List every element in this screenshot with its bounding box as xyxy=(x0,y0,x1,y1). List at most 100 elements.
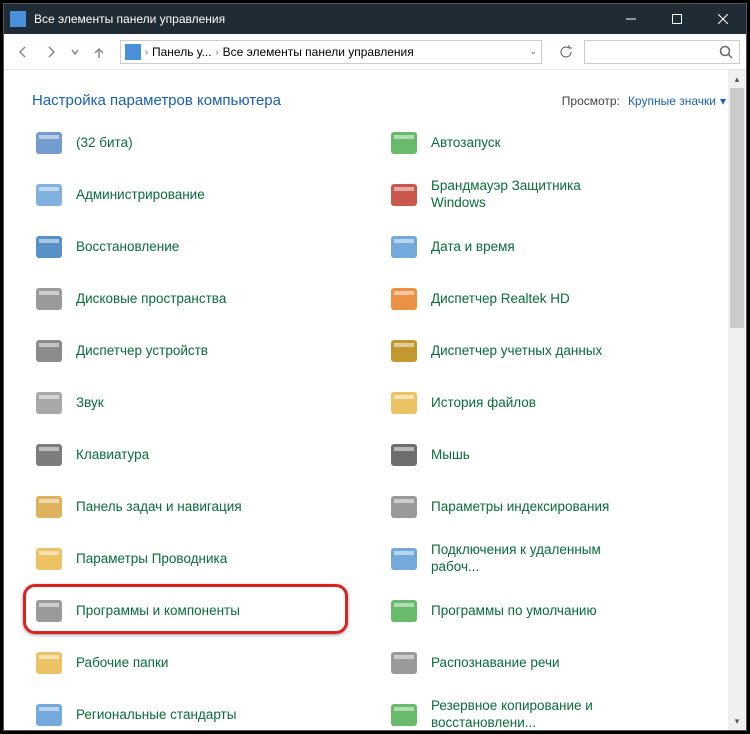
close-button[interactable] xyxy=(700,4,746,34)
item-label: Дисковые пространства xyxy=(76,291,226,308)
item-icon xyxy=(387,126,421,160)
item-label: Администрирование xyxy=(76,187,205,204)
control-panel-item[interactable]: Программы и компоненты xyxy=(32,591,377,631)
chevron-right-icon: › xyxy=(145,47,148,57)
item-icon xyxy=(32,542,66,576)
scroll-track[interactable] xyxy=(728,88,746,712)
item-label: Программы и компоненты xyxy=(76,603,240,620)
search-input[interactable] xyxy=(584,40,740,64)
forward-button[interactable] xyxy=(38,39,64,65)
item-icon xyxy=(387,334,421,368)
item-icon xyxy=(32,490,66,524)
item-icon xyxy=(32,334,66,368)
item-icon xyxy=(387,230,421,264)
control-panel-item[interactable]: Дисковые пространства xyxy=(32,279,377,319)
control-panel-icon xyxy=(10,11,26,27)
item-icon xyxy=(32,178,66,212)
refresh-button[interactable] xyxy=(550,40,582,64)
control-panel-item[interactable]: Региональные стандарты xyxy=(32,695,377,730)
item-label: Автозапуск xyxy=(431,135,501,152)
item-label: Подключения к удаленным рабоч... xyxy=(431,542,611,576)
control-panel-item[interactable]: Диспетчер учетных данных xyxy=(387,331,732,371)
maximize-button[interactable] xyxy=(654,4,700,34)
scroll-thumb[interactable] xyxy=(730,88,744,328)
window: Все элементы панели управления › Панель … xyxy=(3,3,747,731)
toolbar: › Панель у...› Все элементы панели управ… xyxy=(4,34,746,70)
item-label: Региональные стандарты xyxy=(76,707,236,724)
control-panel-item[interactable]: Панель задач и навигация xyxy=(32,487,377,527)
item-label: Мышь xyxy=(431,447,470,464)
item-label: Дата и время xyxy=(431,239,515,256)
chevron-down-icon[interactable]: ⌄ xyxy=(529,46,537,57)
breadcrumb-2[interactable]: Все элементы панели управления xyxy=(223,45,414,59)
item-icon xyxy=(32,594,66,628)
content-header: Настройка параметров компьютера Просмотр… xyxy=(4,70,746,123)
items-grid: (32 бита) Автозапуск Администрирование Бран… xyxy=(4,123,746,730)
control-panel-item[interactable]: Распознавание речи xyxy=(387,643,732,683)
item-label: Распознавание речи xyxy=(431,655,560,672)
item-icon xyxy=(387,490,421,524)
item-label: Параметры индексирования xyxy=(431,499,609,516)
item-label: Диспетчер Realtek HD xyxy=(431,291,570,308)
chevron-down-icon: ▾ xyxy=(720,94,726,108)
control-panel-item[interactable]: История файлов xyxy=(387,383,732,423)
item-label: Программы по умолчанию xyxy=(431,603,597,620)
item-label: Звук xyxy=(76,395,104,412)
minimize-button[interactable] xyxy=(608,4,654,34)
window-controls xyxy=(608,4,746,34)
scroll-down-button[interactable]: ▾ xyxy=(728,712,746,730)
control-panel-item[interactable]: Администрирование xyxy=(32,175,377,215)
content-area: Настройка параметров компьютера Просмотр… xyxy=(4,70,746,730)
breadcrumb-1[interactable]: Панель у...› xyxy=(152,45,219,59)
back-button[interactable] xyxy=(10,39,36,65)
item-label: Брандмауэр Защитника Windows xyxy=(431,178,611,212)
control-panel-item[interactable]: Автозапуск xyxy=(387,123,732,163)
item-icon xyxy=(387,282,421,316)
item-icon xyxy=(387,178,421,212)
control-panel-item[interactable]: Программы по умолчанию xyxy=(387,591,732,631)
address-icon xyxy=(125,44,141,60)
control-panel-item[interactable]: Дата и время xyxy=(387,227,732,267)
recent-dropdown[interactable] xyxy=(66,39,84,65)
control-panel-item[interactable]: Диспетчер устройств xyxy=(32,331,377,371)
search-icon xyxy=(719,45,733,59)
item-icon xyxy=(387,438,421,472)
up-button[interactable] xyxy=(86,39,112,65)
view-by: Просмотр: Крупные значки ▾ xyxy=(562,94,726,108)
viewby-label: Просмотр: xyxy=(562,94,620,108)
scrollbar[interactable]: ▴ ▾ xyxy=(728,70,746,730)
control-panel-item[interactable]: Звук xyxy=(32,383,377,423)
item-icon xyxy=(32,646,66,680)
control-panel-item[interactable]: Резервное копирование и восстановлени... xyxy=(387,695,732,730)
item-label: Параметры Проводника xyxy=(76,551,227,568)
item-icon xyxy=(32,438,66,472)
control-panel-item[interactable]: (32 бита) xyxy=(32,123,377,163)
item-icon xyxy=(32,386,66,420)
control-panel-item[interactable]: Подключения к удаленным рабоч... xyxy=(387,539,732,579)
item-label: История файлов xyxy=(431,395,536,412)
item-icon xyxy=(387,698,421,730)
page-title: Настройка параметров компьютера xyxy=(32,92,281,109)
item-icon xyxy=(387,386,421,420)
control-panel-item[interactable]: Брандмауэр Защитника Windows xyxy=(387,175,732,215)
control-panel-item[interactable]: Клавиатура xyxy=(32,435,377,475)
item-icon xyxy=(387,646,421,680)
control-panel-item[interactable]: Диспетчер Realtek HD xyxy=(387,279,732,319)
item-icon xyxy=(32,126,66,160)
item-icon xyxy=(387,594,421,628)
address-bar[interactable]: › Панель у...› Все элементы панели управ… xyxy=(120,40,542,64)
window-title: Все элементы панели управления xyxy=(34,12,608,26)
item-label: Диспетчер устройств xyxy=(76,343,208,360)
control-panel-item[interactable]: Восстановление xyxy=(32,227,377,267)
control-panel-item[interactable]: Рабочие папки xyxy=(32,643,377,683)
control-panel-item[interactable]: Параметры Проводника xyxy=(32,539,377,579)
control-panel-item[interactable]: Мышь xyxy=(387,435,732,475)
item-icon xyxy=(32,230,66,264)
titlebar: Все элементы панели управления xyxy=(4,4,746,34)
item-label: Диспетчер учетных данных xyxy=(431,343,602,360)
scroll-up-button[interactable]: ▴ xyxy=(728,70,746,88)
viewby-dropdown[interactable]: Крупные значки ▾ xyxy=(628,94,726,108)
item-icon xyxy=(32,282,66,316)
control-panel-item[interactable]: Параметры индексирования xyxy=(387,487,732,527)
item-label: Резервное копирование и восстановлени... xyxy=(431,698,611,730)
